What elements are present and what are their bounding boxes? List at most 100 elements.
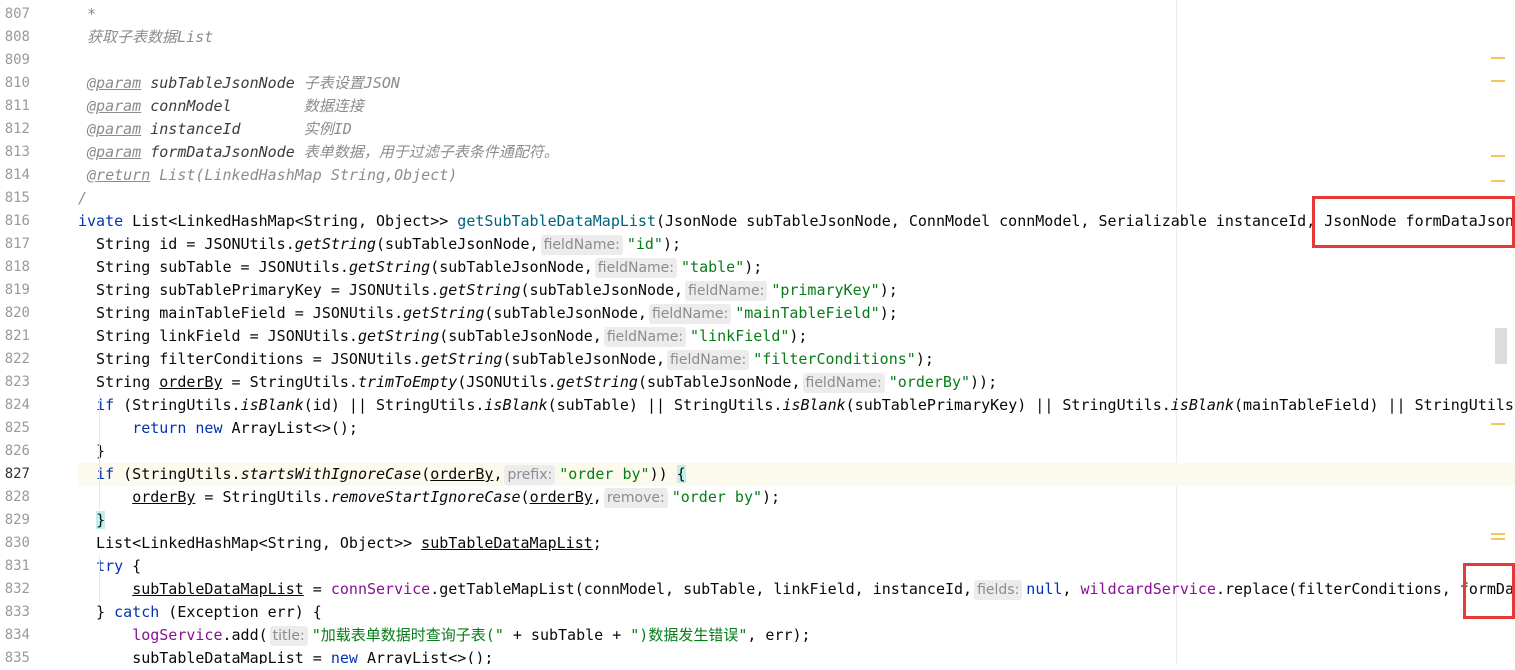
line-number[interactable]: 831 [0, 555, 30, 578]
code-token: * [78, 5, 97, 23]
code-token: ; [592, 534, 602, 552]
line-number[interactable]: 818 [0, 256, 30, 279]
code-line[interactable]: try { [78, 555, 141, 578]
code-token: String subTable = JSONUtils. [78, 258, 349, 276]
code-editor[interactable]: * 获取子表数据List @param subTableJsonNode 子表设… [72, 0, 1515, 664]
code-line[interactable]: String mainTableField = JSONUtils.getStr… [78, 302, 898, 325]
code-token: null [1026, 580, 1063, 598]
code-token: { [676, 465, 686, 483]
code-line[interactable]: orderBy = StringUtils.removeStartIgnoreC… [78, 486, 780, 509]
code-line[interactable]: if (StringUtils.isBlank(id) || StringUti… [78, 394, 1515, 417]
code-token: "filterConditions" [753, 350, 916, 368]
line-number[interactable]: 816 [0, 210, 30, 233]
code-line[interactable]: String linkField = JSONUtils.getString(s… [78, 325, 807, 348]
code-token: String mainTableField = JSONUtils. [78, 304, 404, 322]
code-line[interactable]: String orderBy = StringUtils.trimToEmpty… [78, 371, 997, 394]
line-number[interactable]: 828 [0, 486, 30, 509]
warning-stripe-mark[interactable] [1491, 538, 1505, 540]
line-number[interactable]: 807 [0, 3, 30, 26]
code-line[interactable]: } [78, 509, 106, 532]
warning-stripe-mark[interactable] [1491, 80, 1505, 82]
code-line[interactable]: } catch (Exception err) { [78, 601, 322, 624]
line-number[interactable]: 830 [0, 532, 30, 555]
code-token: isBlank [1170, 396, 1234, 414]
line-number[interactable]: 823 [0, 371, 30, 394]
line-number[interactable]: 820 [0, 302, 30, 325]
code-line[interactable]: @param subTableJsonNode 子表设置JSON [78, 72, 400, 95]
code-token: "linkField" [690, 327, 790, 345]
line-number[interactable]: 819 [0, 279, 30, 302]
line-number[interactable]: 835 [0, 647, 30, 670]
warning-stripe-mark[interactable] [1491, 423, 1505, 425]
line-number[interactable]: 829 [0, 509, 30, 532]
parameter-hint: fieldName: [685, 281, 768, 301]
line-number[interactable]: 827 [0, 463, 30, 486]
code-line[interactable]: * [78, 3, 96, 26]
line-number[interactable]: 826 [0, 440, 30, 463]
code-token: catch [114, 603, 160, 621]
code-token: , [1062, 580, 1081, 598]
line-number[interactable]: 833 [0, 601, 30, 624]
code-token: , err); [747, 626, 811, 644]
code-line[interactable]: @param instanceId 实例ID [78, 118, 352, 141]
line-number[interactable]: 832 [0, 578, 30, 601]
code-line[interactable]: String filterConditions = JSONUtils.getS… [78, 348, 934, 371]
code-line[interactable]: logService.add(title: "加载表单数据时查询子表(" + su… [78, 624, 811, 647]
code-token: String [78, 373, 160, 391]
code-line-current[interactable]: if (StringUtils.startsWithIgnoreCase(ord… [78, 463, 1515, 486]
code-token: subTableDataMapList [132, 649, 304, 664]
line-number[interactable]: 815 [0, 187, 30, 210]
line-number[interactable]: 814 [0, 164, 30, 187]
warning-stripe-mark[interactable] [1491, 57, 1505, 59]
code-token: 数据连接 [231, 97, 364, 115]
code-line[interactable]: List<LinkedHashMap<String, Object>> subT… [78, 532, 602, 555]
warning-stripe-mark[interactable] [1491, 533, 1505, 535]
line-number[interactable]: 813 [0, 141, 30, 164]
warning-stripe-mark[interactable] [1491, 155, 1505, 157]
code-token: "orderBy" [888, 373, 971, 391]
indent-guide [99, 555, 100, 578]
code-token: orderBy [430, 465, 494, 483]
code-line[interactable]: subTableDataMapList = connService.getTab… [78, 578, 1515, 601]
code-line[interactable]: ivate List<LinkedHashMap<String, Object>… [78, 210, 1515, 233]
scrollbar-thumb[interactable] [1495, 328, 1507, 364]
code-line[interactable]: String subTablePrimaryKey = JSONUtils.ge… [78, 279, 898, 302]
code-token: getSubTableDataMapList [457, 212, 656, 230]
line-number[interactable]: 822 [0, 348, 30, 371]
code-token: isBlank [240, 396, 304, 414]
code-token: getString [556, 373, 638, 391]
code-token: getString [439, 281, 521, 299]
code-line[interactable]: return new ArrayList<>(); [78, 417, 358, 440]
code-line[interactable]: @param formDataJsonNode 表单数据，用于过滤子表条件通配符… [78, 141, 559, 164]
line-number[interactable]: 809 [0, 49, 30, 72]
code-token: "primaryKey" [771, 281, 880, 299]
code-line[interactable]: String id = JSONUtils.getString(subTable… [78, 233, 681, 256]
code-line[interactable]: / [78, 187, 87, 210]
line-number[interactable]: 825 [0, 417, 30, 440]
line-number[interactable]: 821 [0, 325, 30, 348]
code-token: } [96, 511, 106, 529]
code-line[interactable]: @param connModel 数据连接 [78, 95, 364, 118]
code-token: instanceId [141, 120, 241, 138]
code-line[interactable]: } [78, 440, 105, 463]
line-number-gutter: 807 808 809 810 811 812 813 814 815 816 817 818 819 8… [0, 0, 72, 666]
line-number[interactable]: 811 [0, 95, 30, 118]
code-line[interactable]: 获取子表数据List [78, 26, 213, 49]
code-token: (subTableJsonNode, [439, 327, 602, 345]
warning-stripe-mark[interactable] [1491, 180, 1505, 182]
line-number[interactable]: 812 [0, 118, 30, 141]
code-line[interactable]: @return List(LinkedHashMap String,Object… [78, 164, 457, 187]
code-line[interactable]: subTableDataMapList = new ArrayList<>(); [78, 647, 493, 664]
line-number[interactable]: 834 [0, 624, 30, 647]
line-number[interactable]: 817 [0, 233, 30, 256]
code-token: "加载表单数据时查询子表(" [311, 626, 504, 644]
line-number[interactable]: 824 [0, 394, 30, 417]
line-number[interactable]: 808 [0, 26, 30, 49]
parameter-hint: fieldName: [594, 258, 678, 278]
code-line[interactable]: String subTable = JSONUtils.getString(su… [78, 256, 762, 279]
line-number[interactable]: 810 [0, 72, 30, 95]
code-token: startsWithIgnoreCase [240, 465, 422, 483]
